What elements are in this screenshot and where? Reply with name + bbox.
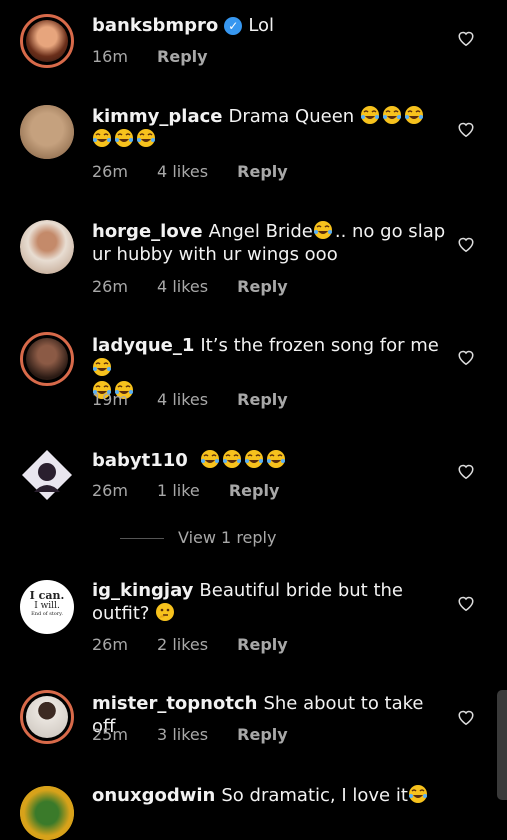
tears-of-joy-emoji-icon — [360, 106, 382, 127]
tears-of-joy-emoji-icon — [222, 450, 244, 471]
comment-text: Drama Queen — [228, 106, 355, 127]
reply-button[interactable]: Reply — [237, 277, 288, 296]
reply-button[interactable]: Reply — [237, 635, 288, 654]
reply-button[interactable]: Reply — [237, 390, 288, 409]
reply-button[interactable]: Reply — [229, 481, 280, 500]
comment-time: 26m — [92, 277, 128, 296]
comment-username[interactable]: ladyque_1 — [92, 335, 194, 356]
comment-text: Angel Bride — [208, 221, 313, 242]
comment-time: 25m — [92, 725, 128, 744]
avatar[interactable]: I can. I will. End of story. — [20, 580, 74, 634]
reply-button[interactable]: Reply — [157, 47, 208, 66]
avatar[interactable] — [20, 332, 74, 386]
like-count[interactable]: 4 likes — [157, 162, 208, 181]
comment-username[interactable]: mister_topnotch — [92, 693, 257, 714]
tears-of-joy-emoji-icon — [266, 450, 288, 471]
comment-time: 19m — [92, 390, 128, 409]
like-count[interactable]: 1 like — [157, 481, 200, 500]
tears-of-joy-emoji-icon — [92, 129, 114, 150]
comment-username[interactable]: horge_love — [92, 221, 203, 242]
view-replies-link[interactable]: View 1 reply — [120, 528, 276, 547]
heart-outline-icon[interactable] — [457, 236, 475, 253]
tears-of-joy-emoji-icon — [136, 129, 158, 150]
comment-text: It’s the frozen song for me — [200, 335, 439, 356]
avatar[interactable] — [20, 14, 74, 68]
comment-time: 16m — [92, 47, 128, 66]
tears-of-joy-emoji-icon — [92, 358, 114, 379]
scrollbar[interactable] — [497, 690, 507, 800]
heart-outline-icon[interactable] — [457, 30, 475, 47]
comment-username[interactable]: onuxgodwin — [92, 785, 215, 806]
heart-outline-icon[interactable] — [457, 595, 475, 612]
comment-text: Lol — [248, 15, 275, 36]
tears-of-joy-emoji-icon — [382, 106, 404, 127]
comment-username[interactable]: kimmy_place — [92, 106, 222, 127]
comment-time: 26m — [92, 162, 128, 181]
comment-username[interactable]: babyt110 — [92, 450, 188, 471]
comment-text: So dramatic, I love it — [221, 785, 408, 806]
avatar-text: I can. — [29, 589, 65, 602]
avatar[interactable] — [20, 220, 74, 274]
heart-outline-icon[interactable] — [457, 463, 475, 480]
tears-of-joy-emoji-icon — [408, 785, 430, 806]
avatar[interactable] — [20, 690, 74, 744]
verified-badge-icon: ✓ — [224, 17, 243, 35]
avatar[interactable] — [20, 448, 74, 502]
avatar-text: I will. — [34, 601, 60, 611]
reply-button[interactable]: Reply — [237, 162, 288, 181]
comment-time: 26m — [92, 481, 128, 500]
heart-outline-icon[interactable] — [457, 121, 475, 138]
tears-of-joy-emoji-icon — [404, 106, 426, 127]
divider — [120, 538, 164, 539]
heart-outline-icon[interactable] — [457, 709, 475, 726]
tears-of-joy-emoji-icon — [114, 129, 136, 150]
heart-outline-icon[interactable] — [457, 349, 475, 366]
view-replies-label[interactable]: View 1 reply — [178, 528, 276, 547]
avatar[interactable] — [20, 105, 74, 159]
thinking-face-emoji-icon — [155, 603, 177, 624]
tears-of-joy-emoji-icon — [244, 450, 266, 471]
tears-of-joy-emoji-icon — [200, 450, 222, 471]
comment-username[interactable]: ig_kingjay — [92, 580, 193, 601]
avatar[interactable] — [20, 786, 74, 840]
like-count[interactable]: 2 likes — [157, 635, 208, 654]
like-count[interactable]: 3 likes — [157, 725, 208, 744]
comment-username[interactable]: banksbmpro — [92, 15, 218, 36]
avatar-text: End of story. — [31, 611, 63, 617]
tears-of-joy-emoji-icon — [313, 221, 335, 242]
like-count[interactable]: 4 likes — [157, 277, 208, 296]
reply-button[interactable]: Reply — [237, 725, 288, 744]
like-count[interactable]: 4 likes — [157, 390, 208, 409]
comment-time: 26m — [92, 635, 128, 654]
